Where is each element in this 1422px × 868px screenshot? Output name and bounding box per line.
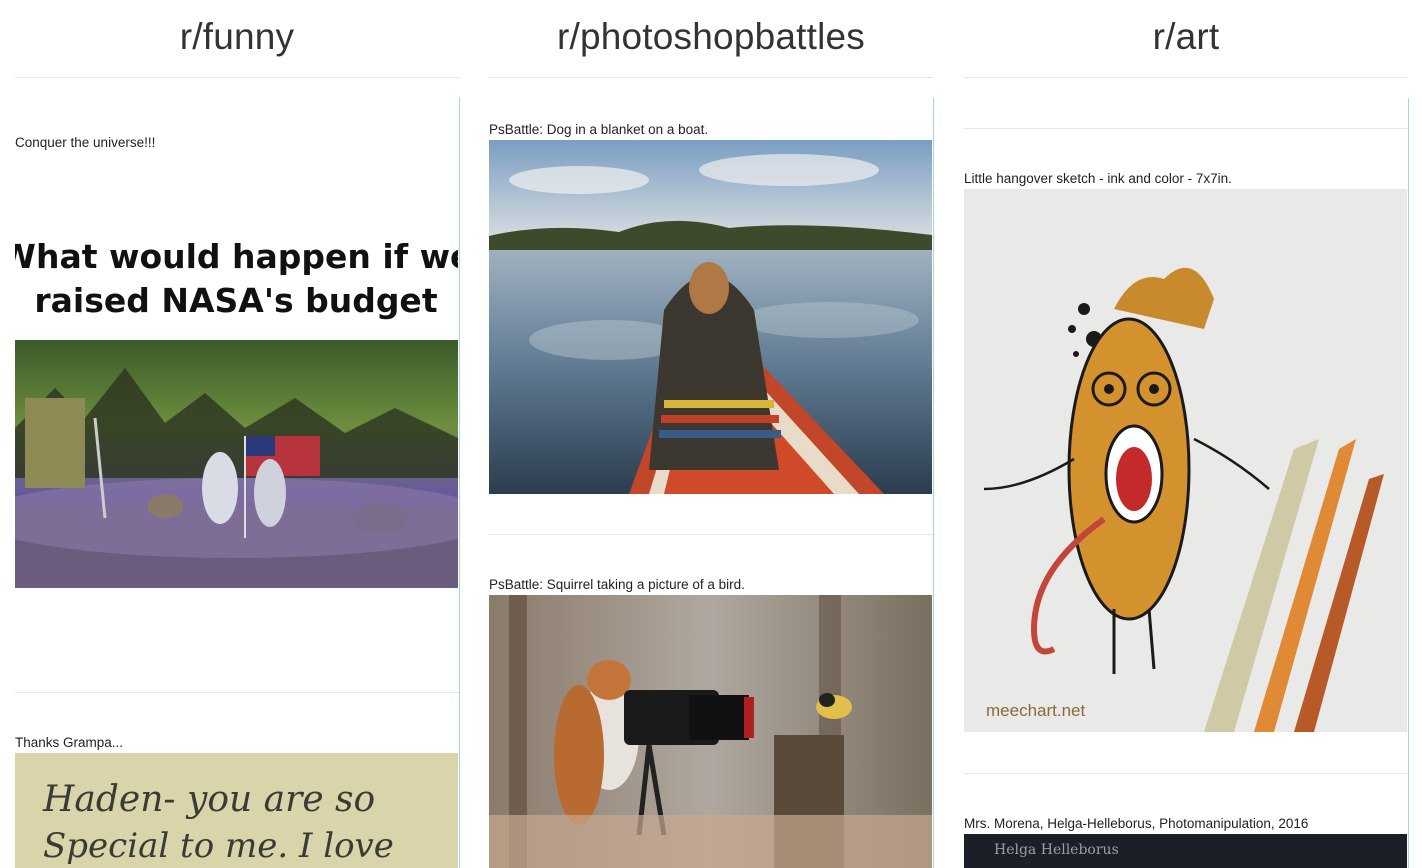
post-image[interactable]: Helga Helleborus xyxy=(964,834,1407,868)
post-image[interactable]: Haden- you are so Special to me. I love xyxy=(15,753,458,868)
post-title[interactable]: Mrs. Morena, Helga-Helleborus, Photomani… xyxy=(964,816,1308,831)
post-image[interactable] xyxy=(489,595,932,868)
post-feed[interactable]: Conquer the universe!!! What would happe… xyxy=(15,98,460,868)
image-caption-line-2: raised NASA's budget xyxy=(34,281,437,320)
handwriting-line-1: Haden- you are so xyxy=(42,779,375,820)
subreddit-title[interactable]: r/funny xyxy=(15,0,459,58)
column-header: r/funny xyxy=(15,0,459,78)
post-image[interactable]: meechart.net xyxy=(964,189,1407,732)
post-divider xyxy=(15,692,459,693)
subreddit-title[interactable]: r/art xyxy=(964,0,1408,58)
column-header: r/art xyxy=(964,0,1408,78)
post-divider xyxy=(489,534,933,535)
post-image[interactable]: What would happen if we raised NASA's bu… xyxy=(15,218,458,588)
post-feed[interactable]: Little hangover sketch - ink and color -… xyxy=(964,98,1409,868)
column-photoshopbattles: r/photoshopbattles PsBattle: Dog in a bl… xyxy=(489,0,934,868)
subreddit-title[interactable]: r/photoshopbattles xyxy=(489,0,933,58)
reddit-multi-column-app: r/funny Conquer the universe!!! What wou… xyxy=(0,0,1422,868)
handwriting-line-2: Special to me. I love xyxy=(43,826,394,866)
post-title[interactable]: Little hangover sketch - ink and color -… xyxy=(964,171,1232,186)
column-funny: r/funny Conquer the universe!!! What wou… xyxy=(15,0,460,868)
column-art: r/art Little hangover sketch - ink and c… xyxy=(964,0,1409,868)
post-title[interactable]: PsBattle: Dog in a blanket on a boat. xyxy=(489,122,708,137)
post-title[interactable]: PsBattle: Squirrel taking a picture of a… xyxy=(489,577,745,592)
image-caption-line-1: What would happen if we xyxy=(15,237,458,276)
post-title[interactable]: Thanks Grampa... xyxy=(15,735,123,750)
post-feed[interactable]: PsBattle: Dog in a blanket on a boat. Ps… xyxy=(489,98,934,868)
column-header: r/photoshopbattles xyxy=(489,0,933,78)
post-divider xyxy=(964,128,1408,129)
post-title[interactable]: Conquer the universe!!! xyxy=(15,135,155,150)
post-image[interactable] xyxy=(489,140,932,494)
watermark: meechart.net xyxy=(986,701,1085,720)
post-divider xyxy=(964,773,1408,774)
watermark: Helga Helleborus xyxy=(994,842,1119,858)
